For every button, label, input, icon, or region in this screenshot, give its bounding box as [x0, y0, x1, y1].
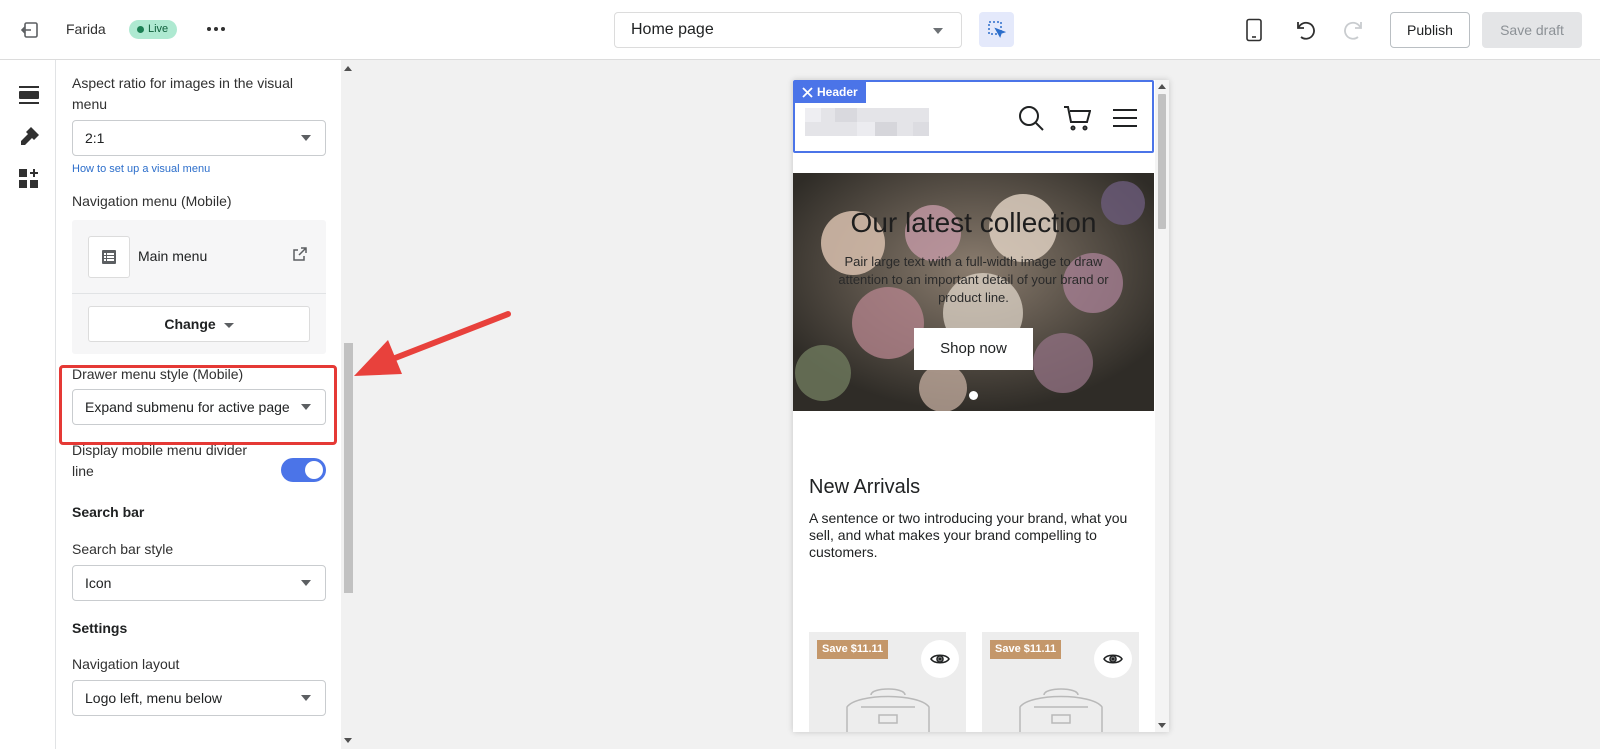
quick-view-button[interactable] — [921, 640, 959, 678]
drawer-style-value: Expand submenu for active page — [85, 399, 290, 415]
store-preview: Header Our latest collection Pair large … — [793, 80, 1169, 732]
drawer-style-select[interactable]: Expand submenu for active page — [72, 389, 326, 425]
redo-icon[interactable] — [1342, 18, 1366, 42]
product-placeholder-image — [1019, 688, 1103, 732]
page-selector[interactable]: Home page — [614, 12, 962, 48]
annotation-arrow — [354, 311, 511, 376]
section-tag-label: Header — [817, 85, 858, 99]
divider-line-label: Display mobile menu divider line — [72, 442, 248, 479]
chevron-down-icon — [933, 28, 943, 34]
drawer-style-label: Drawer menu style (Mobile) — [72, 366, 244, 382]
list-icon — [102, 250, 116, 264]
chevron-down-icon — [301, 580, 311, 586]
change-menu-button[interactable]: Change — [88, 306, 310, 342]
nav-layout-value: Logo left, menu below — [85, 690, 222, 706]
page-selector-value: Home page — [631, 21, 714, 38]
mobile-view-icon[interactable] — [1243, 18, 1265, 42]
search-icon[interactable] — [1017, 104, 1045, 132]
aspect-ratio-value: 2:1 — [85, 130, 105, 146]
scroll-down-arrow[interactable] — [344, 738, 352, 743]
cart-icon[interactable] — [1063, 104, 1091, 132]
close-icon[interactable] — [802, 87, 813, 98]
menu-thumbnail — [88, 236, 130, 278]
hamburger-menu-icon[interactable] — [1111, 104, 1139, 132]
chevron-down-icon — [223, 322, 234, 328]
save-badge: Save $11.11 — [990, 640, 1062, 659]
save-draft-button[interactable]: Save draft — [1482, 12, 1582, 48]
exit-icon[interactable] — [20, 20, 40, 40]
sections-icon[interactable] — [18, 84, 40, 106]
aspect-ratio-select[interactable]: 2:1 — [72, 120, 326, 156]
toggle-knob — [305, 461, 323, 479]
external-link-icon[interactable] — [292, 246, 308, 262]
hero-subtitle: Pair large text with a full-width image … — [838, 254, 1109, 305]
product-placeholder-image — [846, 688, 930, 732]
search-style-label: Search bar style — [72, 541, 174, 557]
publish-button[interactable]: Publish — [1390, 12, 1470, 48]
scroll-down-arrow[interactable] — [1158, 723, 1166, 728]
more-options-icon[interactable] — [205, 18, 227, 40]
new-arrivals-text: A sentence or two introducing your brand… — [809, 510, 1128, 560]
scroll-up-arrow[interactable] — [1158, 84, 1166, 89]
eye-icon — [930, 654, 950, 664]
settings-panel: Aspect ratio for images in the visual me… — [56, 60, 356, 749]
search-style-select[interactable]: Icon — [72, 565, 326, 601]
settings-heading: Settings — [72, 620, 128, 636]
live-status-badge: Live — [129, 20, 178, 39]
slide-indicator-dot[interactable] — [969, 391, 978, 400]
nav-layout-label: Navigation layout — [72, 656, 180, 672]
left-icon-rail — [0, 60, 56, 749]
panel-scrollbar[interactable] — [341, 60, 356, 749]
section-tag[interactable]: Header — [795, 82, 866, 103]
visual-menu-help-link[interactable]: How to set up a visual menu — [72, 163, 210, 175]
store-name: Farida — [66, 21, 106, 37]
preview-header-section[interactable]: Header — [793, 80, 1154, 153]
menu-name: Main menu — [138, 248, 208, 264]
hero-banner: Our latest collection Pair large text wi… — [793, 173, 1154, 411]
save-badge: Save $11.11 — [817, 640, 889, 659]
nav-layout-select[interactable]: Logo left, menu below — [72, 680, 326, 716]
store-logo[interactable] — [805, 108, 929, 136]
card-divider — [72, 293, 326, 294]
change-label: Change — [164, 316, 216, 332]
cursor-select-icon — [988, 21, 1006, 38]
nav-menu-label: Navigation menu (Mobile) — [72, 193, 232, 209]
undo-icon[interactable] — [1293, 18, 1317, 42]
search-bar-heading: Search bar — [72, 504, 145, 520]
live-label: Live — [148, 23, 169, 35]
inspector-toggle-button[interactable] — [979, 12, 1014, 47]
divider-line-toggle[interactable] — [281, 458, 326, 482]
product-card[interactable]: Save $11.11 — [982, 632, 1139, 732]
top-bar: Farida Live Home page Publish Save draft — [0, 0, 1600, 60]
chevron-down-icon — [301, 135, 311, 141]
preview-scrollbar[interactable] — [1155, 80, 1169, 732]
hero-title: Our latest collection — [850, 207, 1097, 238]
scrollbar-thumb[interactable] — [1158, 94, 1166, 229]
aspect-ratio-label: Aspect ratio for images in the visual me… — [72, 75, 293, 112]
product-card[interactable]: Save $11.11 — [809, 632, 966, 732]
eye-icon — [1103, 654, 1123, 664]
quick-view-button[interactable] — [1094, 640, 1132, 678]
app-blocks-icon[interactable] — [18, 168, 40, 190]
chevron-down-icon — [301, 695, 311, 701]
scroll-up-arrow[interactable] — [344, 66, 352, 71]
search-style-value: Icon — [85, 575, 112, 591]
shop-now-button[interactable]: Shop now — [914, 328, 1033, 370]
nav-menu-card: Main menu Change — [72, 220, 326, 354]
status-dot — [137, 26, 144, 33]
new-arrivals-title: New Arrivals — [809, 476, 921, 498]
theme-settings-icon[interactable] — [18, 126, 40, 148]
chevron-down-icon — [301, 404, 311, 410]
